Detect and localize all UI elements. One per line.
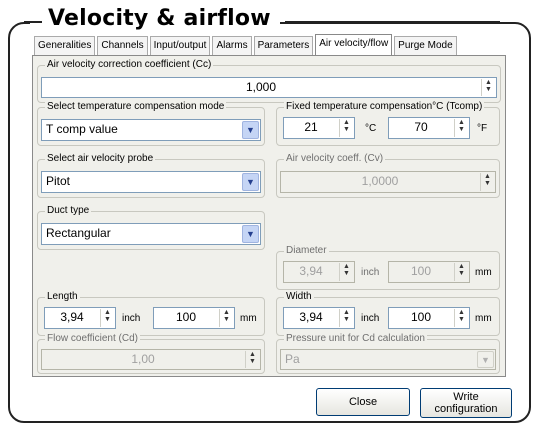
write-configuration-button[interactable]: Write configuration	[420, 388, 512, 418]
diameter-label: Diameter	[284, 245, 329, 256]
fahrenheit-unit: °F	[477, 123, 488, 134]
tab-bar: Generalities Channels Input/output Alarm…	[34, 34, 459, 55]
cc-value: 1,000	[245, 80, 277, 94]
tcomp-fahrenheit-field[interactable]: 70 ▲ ▼	[388, 117, 470, 139]
cv-label: Air velocity coeff. (Cv)	[284, 153, 386, 164]
chevron-down-icon[interactable]: ▼	[477, 351, 494, 368]
width-inch-unit: inch	[361, 313, 380, 324]
cd-field[interactable]: 1,00 ▲ ▼	[41, 349, 261, 370]
probe-value: Pitot	[46, 174, 71, 188]
diameter-mm-unit: mm	[475, 267, 492, 278]
tcomp-celsius-value: 21	[304, 120, 318, 134]
length-inch-field[interactable]: 3,94 ▲ ▼	[44, 307, 116, 329]
pressure-unit-group: Pressure unit for Cd calculation Pa ▼	[276, 333, 500, 374]
cc-spinner[interactable]: ▲ ▼	[481, 79, 495, 96]
length-mm-value: 100	[175, 310, 197, 324]
diameter-mm-value: 100	[410, 264, 432, 278]
tab-purge-mode[interactable]: Purge Mode	[394, 36, 457, 55]
length-inch-spinner[interactable]: ▲ ▼	[100, 309, 114, 327]
temp-mode-group: Select temperature compensation mode T c…	[37, 101, 265, 146]
write-button-label-line2: configuration	[434, 403, 498, 415]
diameter-group: Diameter 3,94 ▲ ▼ inch 100 ▲ ▼ mm	[276, 245, 500, 290]
cd-group: Flow coefficient (Cd) 1,00 ▲ ▼	[37, 333, 265, 374]
tcomp-fahrenheit-value: 70	[414, 120, 428, 134]
chevron-down-icon[interactable]: ▼	[242, 173, 259, 191]
tab-generalities[interactable]: Generalities	[34, 36, 96, 55]
length-mm-unit: mm	[240, 313, 257, 324]
tcomp-label: Fixed temperature compensation°C (Tcomp)	[284, 101, 485, 112]
cv-group: Air velocity coeff. (Cv) 1,0000 ▲ ▼	[276, 153, 500, 198]
probe-select[interactable]: Pitot ▼	[41, 171, 261, 193]
duct-select[interactable]: Rectangular ▼	[41, 223, 261, 245]
write-button-label-line1: Write	[453, 391, 479, 403]
width-inch-spinner[interactable]: ▲ ▼	[339, 309, 353, 327]
width-group: Width 3,94 ▲ ▼ inch 100 ▲ ▼ mm	[276, 291, 500, 336]
width-mm-field[interactable]: 100 ▲ ▼	[388, 307, 470, 329]
probe-group: Select air velocity probe Pitot ▼	[37, 153, 265, 198]
temp-mode-select[interactable]: T comp value ▼	[41, 119, 261, 141]
cv-value: 1,0000	[361, 174, 399, 188]
tab-alarms[interactable]: Alarms	[212, 36, 252, 55]
page-title: Velocity & airflow	[48, 6, 271, 31]
tcomp-group: Fixed temperature compensation°C (Tcomp)…	[276, 101, 500, 146]
chevron-down-icon[interactable]: ▼	[242, 225, 259, 243]
width-mm-unit: mm	[475, 313, 492, 324]
tab-input-output[interactable]: Input/output	[149, 36, 211, 55]
cd-spinner[interactable]: ▲ ▼	[245, 351, 259, 368]
close-button[interactable]: Close	[316, 388, 410, 416]
tcomp-celsius-field[interactable]: 21 ▲ ▼	[283, 117, 355, 139]
cc-label: Air velocity correction coefficient (Cc)	[45, 59, 214, 70]
pressure-unit-value: Pa	[285, 352, 300, 366]
tab-parameters[interactable]: Parameters	[253, 36, 314, 55]
diameter-mm-field[interactable]: 100 ▲ ▼	[388, 261, 470, 283]
title-rule-right	[285, 21, 500, 23]
pressure-unit-select[interactable]: Pa ▼	[280, 349, 496, 370]
celsius-unit: °C	[365, 123, 377, 134]
tab-air-velocity-flow[interactable]: Air velocity/flow	[315, 34, 393, 55]
tab-channels[interactable]: Channels	[97, 36, 148, 55]
duct-group: Duct type Rectangular ▼	[37, 205, 265, 250]
width-inch-value: 3,94	[299, 310, 323, 324]
cd-label: Flow coefficient (Cd)	[45, 333, 140, 344]
width-label: Width	[284, 291, 314, 302]
width-inch-field[interactable]: 3,94 ▲ ▼	[283, 307, 355, 329]
length-mm-field[interactable]: 100 ▲ ▼	[153, 307, 235, 329]
length-inch-value: 3,94	[60, 310, 84, 324]
width-mm-value: 100	[410, 310, 432, 324]
close-button-label: Close	[348, 396, 378, 408]
temp-mode-label: Select temperature compensation mode	[45, 101, 227, 112]
length-mm-spinner[interactable]: ▲ ▼	[219, 309, 233, 327]
diameter-inch-unit: inch	[361, 267, 380, 278]
length-inch-unit: inch	[122, 313, 141, 324]
tcomp-celsius-spinner[interactable]: ▲ ▼	[339, 119, 353, 137]
cv-spinner[interactable]: ▲ ▼	[480, 173, 494, 191]
duct-value: Rectangular	[46, 226, 111, 240]
cc-field[interactable]: 1,000 ▲ ▼	[41, 77, 497, 98]
length-group: Length 3,94 ▲ ▼ inch 100 ▲ ▼ mm	[37, 291, 265, 336]
cd-value: 1,00	[131, 352, 155, 366]
length-label: Length	[45, 291, 80, 302]
diameter-inch-spinner[interactable]: ▲ ▼	[339, 263, 353, 281]
tcomp-fahrenheit-spinner[interactable]: ▲ ▼	[454, 119, 468, 137]
cv-field[interactable]: 1,0000 ▲ ▼	[280, 171, 496, 193]
duct-label: Duct type	[45, 205, 92, 216]
cc-group: Air velocity correction coefficient (Cc)…	[37, 59, 501, 103]
diameter-inch-value: 3,94	[299, 264, 323, 278]
temp-mode-value: T comp value	[46, 122, 118, 136]
settings-panel: Air velocity correction coefficient (Cc)…	[32, 55, 506, 377]
diameter-inch-field[interactable]: 3,94 ▲ ▼	[283, 261, 355, 283]
pressure-unit-label: Pressure unit for Cd calculation	[284, 333, 427, 344]
chevron-down-icon[interactable]: ▼	[242, 121, 259, 139]
title-rule-left	[24, 21, 42, 23]
probe-label: Select air velocity probe	[45, 153, 156, 164]
diameter-mm-spinner[interactable]: ▲ ▼	[454, 263, 468, 281]
width-mm-spinner[interactable]: ▲ ▼	[454, 309, 468, 327]
